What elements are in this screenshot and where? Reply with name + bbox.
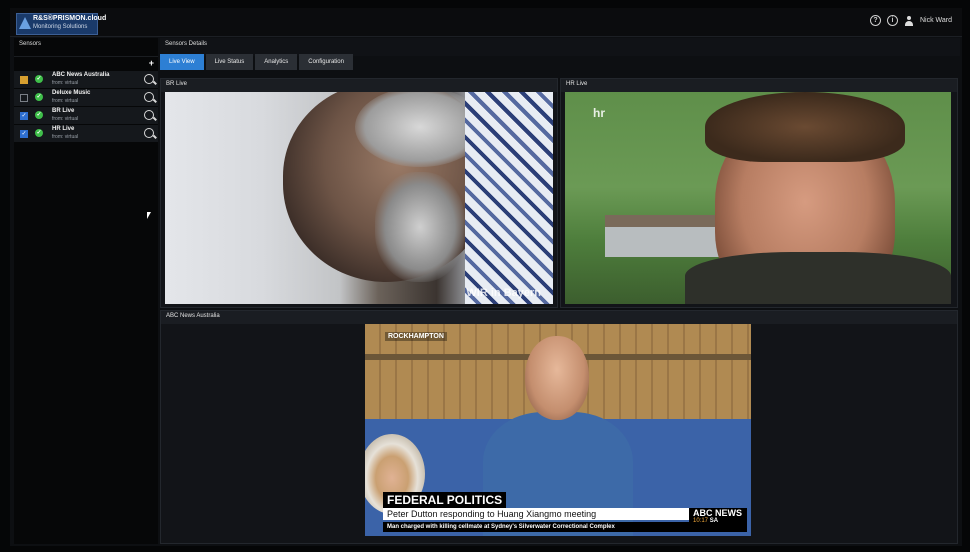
- logo-title: R&S®PRISMON.cloud: [33, 15, 107, 22]
- logo-subtitle: Monitoring Solutions: [33, 24, 88, 30]
- sensor-checkbox[interactable]: ✓: [20, 112, 28, 120]
- channel-brand: ABC NEWS: [693, 508, 742, 518]
- sensor-details: Sensors Details Live View Live Status An…: [160, 38, 960, 544]
- panel-abc-news-australia[interactable]: ABC News Australia ROCKHAMPTON FEDERAL P…: [160, 310, 958, 544]
- panel-hr-live[interactable]: HR Live hr: [560, 78, 958, 308]
- sensor-source: from: virtual: [52, 134, 79, 140]
- channel-clock: 10:17 SA: [689, 518, 747, 524]
- tab-configuration[interactable]: Configuration: [299, 54, 353, 70]
- video-subject-beard: [375, 172, 465, 282]
- tab-analytics[interactable]: Analytics: [255, 54, 298, 70]
- app-window: R&S®PRISMON.cloud Monitoring Solutions ?…: [10, 8, 962, 546]
- sensor-name: BR Live: [52, 108, 75, 114]
- user-icon[interactable]: [904, 15, 914, 26]
- sensor-source: from: virtual: [52, 116, 79, 122]
- channel-logo: ABC NEWS 10:17 SA: [689, 508, 747, 532]
- add-sensor-button[interactable]: +: [149, 58, 154, 68]
- panel-br-live[interactable]: BR Live WIR in Bayern: [160, 78, 558, 308]
- sensor-name: Deluxe Music: [52, 90, 91, 96]
- video-subject-hair: [705, 92, 905, 162]
- location-caption: ROCKHAMPTON: [385, 332, 447, 341]
- status-ok-icon: ✓: [35, 75, 43, 83]
- sensor-checkbox[interactable]: [20, 76, 28, 84]
- sensor-name: ABC News Australia: [52, 72, 110, 78]
- diagnostics-search-icon[interactable]: [144, 110, 154, 120]
- status-ok-icon: ✓: [35, 93, 43, 101]
- sensor-row-br-live[interactable]: ✓ ✓ BR Live from: virtual: [14, 107, 158, 125]
- channel-logo: hr: [593, 106, 605, 120]
- tab-live-status[interactable]: Live Status: [205, 54, 254, 70]
- logo-mark-icon: [19, 17, 31, 29]
- logo[interactable]: R&S®PRISMON.cloud Monitoring Solutions: [16, 13, 106, 35]
- details-tabs: Live View Live Status Analytics Configur…: [160, 54, 353, 70]
- sensor-row-deluxe-music[interactable]: ✓ Deluxe Music from: virtual: [14, 89, 158, 107]
- status-ok-icon: ✓: [35, 129, 43, 137]
- news-headline: Peter Dutton responding to Huang Xiangmo…: [383, 508, 691, 520]
- sidebar-title: Sensors: [14, 38, 158, 57]
- status-ok-icon: ✓: [35, 111, 43, 119]
- video-hr-live[interactable]: hr: [565, 92, 951, 304]
- diagnostics-search-icon[interactable]: [144, 128, 154, 138]
- video-subject: [525, 336, 589, 420]
- video-background-house: [605, 215, 725, 257]
- panel-title: ABC News Australia: [161, 311, 957, 324]
- user-name[interactable]: Nick Ward: [920, 17, 952, 24]
- diagnostics-search-icon[interactable]: [144, 74, 154, 84]
- panel-title: HR Live: [561, 79, 957, 92]
- sensor-list: ✓ ABC News Australia from: virtual ✓ Del…: [14, 71, 158, 143]
- help-icon[interactable]: ?: [869, 15, 881, 26]
- top-right-controls: ? i Nick Ward: [869, 15, 952, 26]
- video-br-live[interactable]: WIR in Bayern: [165, 92, 553, 304]
- sensor-row-abc-news-australia[interactable]: ✓ ABC News Australia from: virtual: [14, 71, 158, 89]
- mouse-cursor-icon: [147, 212, 151, 219]
- top-bar: R&S®PRISMON.cloud Monitoring Solutions ?…: [10, 8, 962, 37]
- sensor-checkbox[interactable]: ✓: [20, 130, 28, 138]
- news-ticker: Man charged with killing cellmate at Syd…: [383, 522, 691, 532]
- clock-time: 10:17: [693, 518, 709, 524]
- video-abc-news-australia[interactable]: ROCKHAMPTON FEDERAL POLITICS Peter Dutto…: [365, 324, 751, 536]
- sensor-source: from: virtual: [52, 98, 79, 104]
- sensor-row-hr-live[interactable]: ✓ ✓ HR Live from: virtual: [14, 125, 158, 143]
- tab-live-view[interactable]: Live View: [160, 54, 204, 70]
- channel-logo: WIR in Bayern: [466, 287, 541, 299]
- clock-region: SA: [709, 518, 719, 524]
- diagnostics-search-icon[interactable]: [144, 92, 154, 102]
- sensors-sidebar: Sensors + ✓ ABC News Australia from: vir…: [14, 38, 158, 544]
- info-icon[interactable]: i: [886, 15, 898, 26]
- sensor-name: HR Live: [52, 126, 75, 132]
- sensor-source: from: virtual: [52, 80, 79, 86]
- sensor-checkbox[interactable]: [20, 94, 28, 102]
- video-subject-shirt: [465, 92, 553, 304]
- panel-title: BR Live: [161, 79, 557, 92]
- news-kicker: FEDERAL POLITICS: [383, 492, 507, 508]
- video-subject-jacket: [685, 252, 951, 304]
